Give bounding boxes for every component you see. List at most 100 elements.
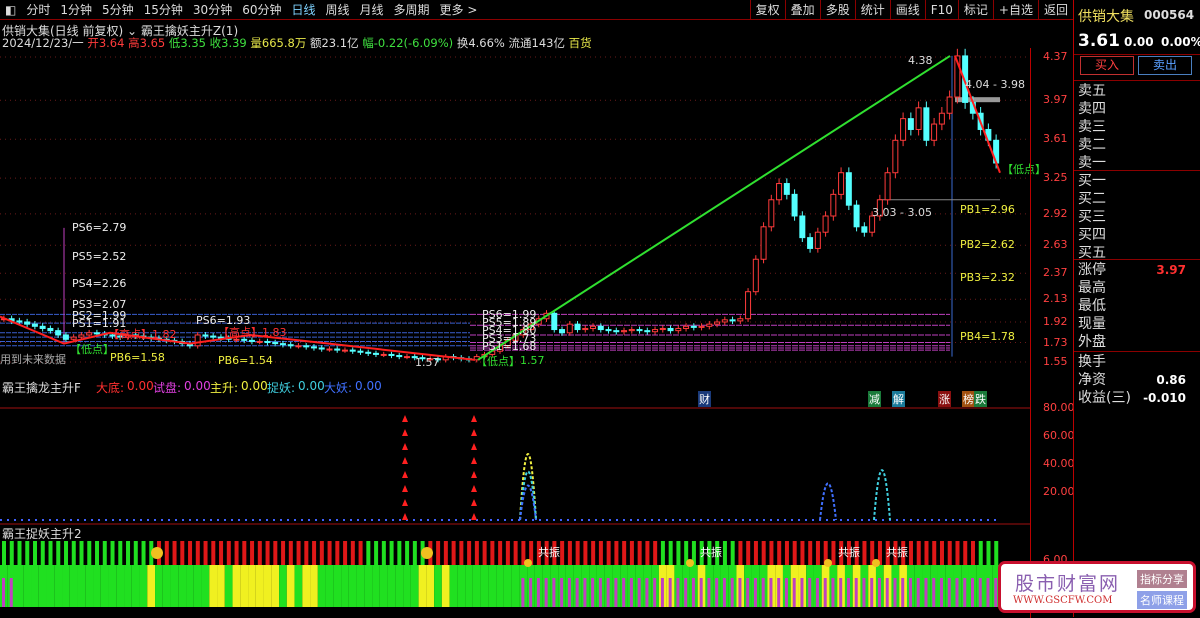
quote-row-value: 0.86 — [1156, 373, 1186, 387]
indicator1-name[interactable]: 霸王擒龙主升F — [2, 379, 81, 396]
strength-bar — [162, 565, 171, 607]
trend-bar — [660, 541, 665, 565]
candle — [745, 291, 752, 320]
period-tab[interactable]: 日线 — [286, 1, 320, 18]
trend-bar — [808, 541, 813, 565]
low-point-label: 【低点】 — [70, 343, 114, 356]
trend-bar — [180, 541, 185, 565]
sidebar-toggle-icon[interactable]: ◧ — [0, 3, 21, 17]
trend-bar — [800, 541, 805, 565]
toolbar-button[interactable]: 统计 — [854, 0, 890, 20]
trend-bar — [389, 541, 394, 565]
event-tag: 解 — [892, 391, 905, 407]
candle — [559, 329, 566, 334]
candle — [256, 340, 263, 343]
strength-bar-inner — [645, 578, 649, 607]
trend-bar — [281, 541, 286, 565]
period-tab[interactable]: 分时 — [21, 1, 55, 18]
resonance-label: 共振 — [538, 546, 560, 559]
strength-bar — [209, 565, 218, 607]
quote-code: 000564 — [1144, 8, 1195, 22]
strength-bar — [364, 565, 373, 607]
trend-bar — [2, 541, 6, 565]
trend-bar — [614, 541, 619, 565]
candle — [621, 330, 628, 333]
toolbar-button[interactable]: 标记 — [957, 0, 993, 20]
price-tick: 3.25 — [1043, 171, 1068, 185]
period-tab[interactable]: 5分钟 — [97, 1, 139, 18]
trend-bar — [761, 541, 766, 565]
candle — [683, 325, 690, 329]
strength-bar — [302, 565, 311, 607]
period-tab[interactable]: 60分钟 — [237, 1, 286, 18]
smile-icon — [421, 547, 433, 559]
trend-bar — [312, 541, 317, 565]
candle — [388, 353, 395, 357]
toolbar-button[interactable]: F10 — [924, 0, 958, 20]
toolbar-button[interactable]: 多股 — [819, 0, 855, 20]
sell-button[interactable]: 卖出 — [1138, 56, 1192, 75]
candle — [853, 204, 860, 228]
period-tab[interactable]: 周线 — [321, 1, 355, 18]
strength-bar-inner — [560, 578, 564, 607]
price-tick: 2.63 — [1043, 238, 1068, 252]
indicator2-name[interactable]: 霸王捉妖主升2 — [2, 525, 82, 542]
ind1-value: 0.00 — [127, 379, 154, 393]
trend-bar — [102, 541, 107, 565]
buy-button[interactable]: 买入 — [1080, 56, 1134, 75]
candle — [93, 332, 100, 335]
candle — [24, 321, 31, 325]
candle — [900, 118, 907, 141]
trend-bar — [234, 541, 239, 565]
strength-bar — [480, 565, 489, 607]
strength-bar — [69, 565, 78, 607]
ind1-value: 0.00 — [184, 379, 211, 393]
trend-bar — [110, 541, 115, 565]
strength-bar — [294, 565, 303, 607]
candle — [248, 339, 255, 342]
toolbar-button[interactable]: 画线 — [889, 0, 925, 20]
strength-bar — [457, 565, 466, 607]
ind1-label: 试盘: — [153, 381, 182, 395]
strength-bar — [139, 565, 148, 607]
period-tab[interactable]: 30分钟 — [188, 1, 237, 18]
trend-bar — [606, 541, 611, 565]
toolbar-button[interactable]: 返回 — [1037, 0, 1073, 20]
trend-bar — [746, 541, 751, 565]
trend-bar — [335, 541, 340, 565]
trend-bar — [265, 541, 270, 565]
indicator-share-link[interactable]: 指标分享 — [1137, 570, 1187, 588]
course-link[interactable]: 名师课程 — [1137, 591, 1187, 609]
period-tab[interactable]: 1分钟 — [55, 1, 97, 18]
candle — [861, 226, 868, 233]
resonance-label: 共振 — [700, 546, 722, 559]
trend-bar — [459, 541, 464, 565]
period-tab[interactable]: 月线 — [355, 1, 389, 18]
strength-bar-inner — [614, 578, 618, 607]
coin-icon — [872, 559, 880, 567]
trend-bar — [963, 541, 968, 565]
period-tab[interactable]: 多周期 — [389, 1, 435, 18]
trend-bar — [203, 541, 208, 565]
trend-bar — [916, 541, 921, 565]
strength-bar — [310, 565, 318, 607]
toolbar-button[interactable]: +自选 — [992, 0, 1038, 20]
strength-bar — [496, 565, 504, 607]
candle — [675, 327, 682, 332]
candle — [582, 327, 589, 331]
price-tick: 1.55 — [1043, 355, 1068, 368]
toolbar-button[interactable]: 叠加 — [784, 0, 820, 20]
quote-row-label: 卖五 — [1078, 83, 1106, 99]
period-tab[interactable]: 15分钟 — [139, 1, 188, 18]
toolbar-button[interactable]: 复权 — [749, 0, 785, 20]
strength-bar-inner — [823, 578, 827, 607]
arrow-up-icon — [402, 513, 408, 520]
candle — [729, 319, 736, 322]
candle — [845, 172, 852, 206]
strength-bar-inner — [932, 578, 936, 607]
period-tab[interactable]: 更多 > — [435, 1, 483, 18]
strength-bar — [201, 565, 210, 607]
strength-bar-inner — [753, 578, 757, 607]
arrow-up-icon — [402, 429, 408, 436]
trend-bar — [591, 541, 596, 565]
